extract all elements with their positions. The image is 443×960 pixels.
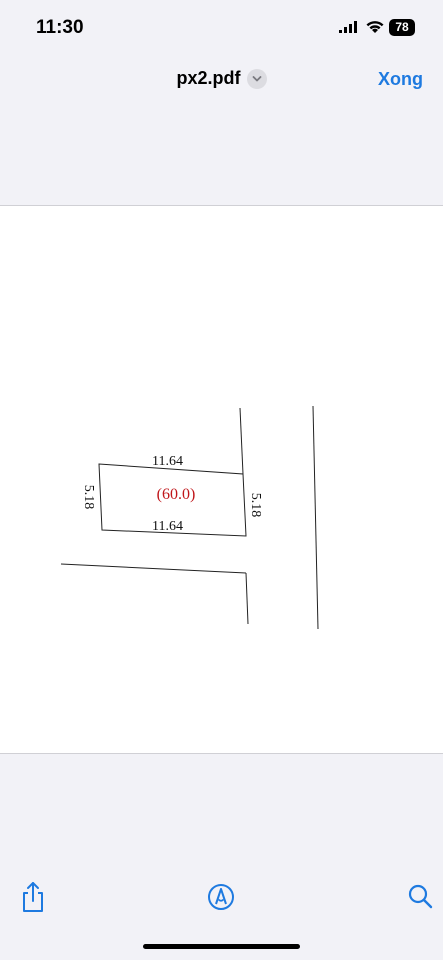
status-bar: 11:30 78 xyxy=(0,0,443,56)
adjacent-line xyxy=(312,405,319,630)
share-button[interactable] xyxy=(17,880,49,914)
search-button[interactable] xyxy=(405,880,437,914)
battery-level: 78 xyxy=(395,20,409,34)
document-title-menu[interactable]: px2.pdf xyxy=(0,68,443,89)
nav-bar: px2.pdf Xong xyxy=(0,56,443,106)
share-icon xyxy=(23,882,43,912)
adjacent-line xyxy=(239,407,244,475)
pdf-page: 11.64 11.64 5.18 5.18 (60.0) xyxy=(0,206,443,753)
markup-icon xyxy=(208,884,234,910)
bottom-toolbar xyxy=(0,870,443,920)
battery-icon: 78 xyxy=(389,19,415,36)
document-title: px2.pdf xyxy=(176,68,241,88)
right-width-label: 5.18 xyxy=(248,493,263,518)
adjacent-line xyxy=(60,563,247,574)
bottom-length-label: 11.64 xyxy=(152,519,183,534)
adjacent-line xyxy=(245,572,249,625)
top-length-label: 11.64 xyxy=(152,454,183,469)
wifi-icon xyxy=(366,21,384,33)
home-indicator xyxy=(143,944,300,949)
area-label: (60.0) xyxy=(157,486,196,503)
pdf-viewer-screen: 11:30 78 px2.pdf Xong 11.64 11.64 5.18 5… xyxy=(0,0,443,960)
status-time: 11:30 xyxy=(36,17,84,38)
land-plot-drawing: 11.64 11.64 5.18 5.18 (60.0) xyxy=(60,405,319,630)
markup-button[interactable] xyxy=(205,880,237,914)
done-button[interactable]: Xong xyxy=(378,69,423,90)
left-width-label: 5.18 xyxy=(81,485,96,510)
chevron-down-icon[interactable] xyxy=(246,68,267,89)
search-icon xyxy=(408,884,433,909)
signal-icon xyxy=(339,21,357,33)
